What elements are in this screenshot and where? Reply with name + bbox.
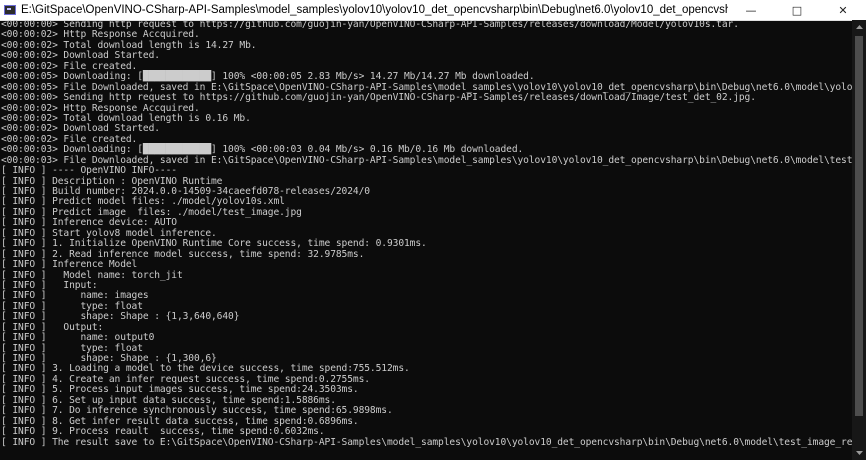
close-button[interactable]: ✕ (820, 0, 866, 20)
console-line: [ INFO ] shape: Shape : {1,3,640,640} (1, 311, 240, 323)
console-window: E:\GitSpace\OpenVINO-CSharp-API-Samples\… (0, 0, 866, 460)
window-controls: — □ ✕ (728, 0, 866, 20)
chevron-up-icon (855, 25, 863, 29)
console-line: [ INFO ] name: output0 (1, 332, 155, 344)
console-app-icon (4, 5, 16, 15)
window-title: E:\GitSpace\OpenVINO-CSharp-API-Samples\… (21, 4, 728, 16)
close-icon: ✕ (838, 3, 848, 17)
console-line: [ INFO ] The result save to E:\GitSpace\… (1, 436, 852, 448)
minimize-button[interactable]: — (728, 0, 774, 20)
vertical-scrollbar[interactable] (852, 20, 866, 460)
console-line: [ INFO ] Inference Model (1, 259, 138, 271)
chevron-down-icon (855, 451, 863, 455)
scroll-up-button[interactable] (852, 20, 866, 34)
scrollbar-thumb[interactable] (855, 36, 863, 416)
console-line: [ INFO ] 9. Process reault success, time… (1, 426, 325, 438)
console-line: [ INFO ] Model name: torch_jit (1, 269, 183, 281)
console-output[interactable]: <00:00:00> Sending http request to https… (0, 20, 852, 460)
maximize-icon: □ (791, 3, 803, 17)
console-line: [ INFO ] ---- OpenVINO INFO---- (1, 165, 177, 177)
scroll-down-button[interactable] (852, 446, 866, 460)
minimize-icon: — (745, 3, 757, 17)
console-line: <00:00:00> Sending http request to https… (1, 92, 756, 104)
title-bar[interactable]: E:\GitSpace\OpenVINO-CSharp-API-Samples\… (0, 0, 866, 21)
maximize-button[interactable]: □ (774, 0, 820, 20)
